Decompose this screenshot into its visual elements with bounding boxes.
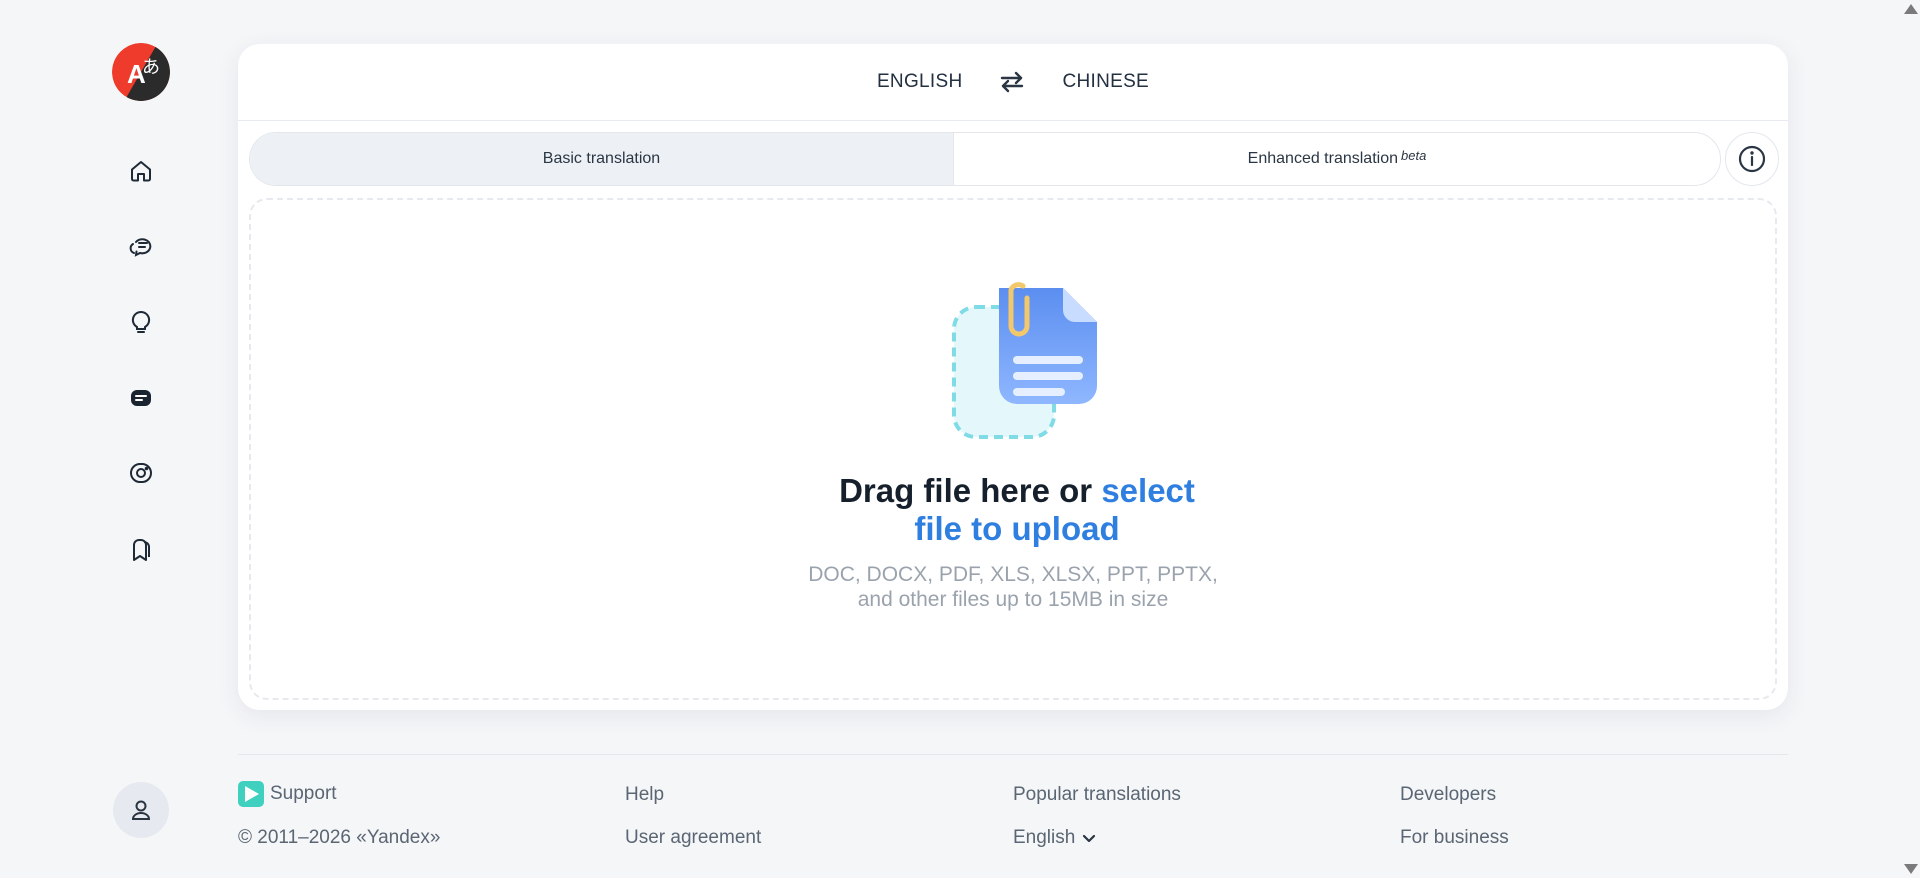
- info-button[interactable]: [1725, 132, 1779, 186]
- tab-enhanced-translation[interactable]: Enhanced translation beta: [954, 133, 1720, 185]
- home-icon: [131, 161, 151, 182]
- footer-popular-translations-link[interactable]: Popular translations: [1013, 784, 1181, 806]
- beta-badge: beta: [1401, 147, 1427, 163]
- support-icon: [238, 781, 264, 807]
- nav-ideas[interactable]: [121, 302, 161, 342]
- dropzone-title: Drag file here or select file to upload: [817, 472, 1217, 548]
- scroll-up-arrow-icon[interactable]: [1904, 4, 1918, 14]
- target-language-button[interactable]: CHINESE: [1058, 65, 1153, 99]
- interface-language-label: English: [1013, 827, 1076, 848]
- chat-icon: [129, 238, 152, 257]
- tab-basic-translation[interactable]: Basic translation: [250, 133, 954, 185]
- profile-button[interactable]: [113, 782, 169, 838]
- swap-languages-button[interactable]: [990, 62, 1034, 102]
- dropzone-title-text: Drag file here or: [839, 472, 1102, 509]
- footer-divider: [238, 754, 1788, 755]
- nav-home[interactable]: [121, 151, 161, 191]
- supported-formats-text: DOC, DOCX, PDF, XLS, XLSX, PPT, PPTX,: [808, 563, 1218, 586]
- translation-mode-row: Basic translation Enhanced translation b…: [249, 132, 1779, 186]
- sidebar: A あ: [0, 0, 220, 878]
- translation-mode-tabs: Basic translation Enhanced translation b…: [249, 132, 1721, 186]
- svg-text:あ: あ: [142, 57, 160, 78]
- nav-chat[interactable]: [121, 226, 161, 266]
- file-size-limit-text: and other files up to 15MB in size: [857, 588, 1169, 611]
- nav-images[interactable]: [121, 453, 161, 493]
- nav-documents[interactable]: [121, 378, 161, 418]
- chevron-down-icon: [1083, 834, 1096, 843]
- info-icon: [1738, 145, 1766, 173]
- page-scrollbar[interactable]: [1900, 0, 1920, 878]
- file-dropzone[interactable]: Drag file here or select file to upload …: [249, 198, 1777, 700]
- user-icon: [131, 800, 151, 820]
- translator-card: ENGLISH CHINESE Basic translation Enhanc…: [238, 44, 1788, 710]
- footer-for-business-link[interactable]: For business: [1400, 827, 1509, 849]
- tab-label: Basic translation: [542, 150, 661, 167]
- scroll-down-arrow-icon[interactable]: [1904, 864, 1918, 874]
- lightbulb-icon: [131, 310, 151, 333]
- footer-help-link[interactable]: Help: [625, 784, 664, 806]
- copyright-text: © 2011–2026 «Yandex»: [238, 827, 441, 848]
- language-bar: ENGLISH CHINESE: [238, 44, 1788, 121]
- dropzone-hint: DOC, DOCX, PDF, XLS, XLSX, PPT, PPTX, an…: [251, 562, 1775, 612]
- footer-user-agreement-link[interactable]: User agreement: [625, 827, 761, 849]
- footer-developers-link[interactable]: Developers: [1400, 784, 1496, 806]
- nav-saved[interactable]: [121, 530, 161, 570]
- support-label: Support: [270, 783, 337, 804]
- swap-icon: [1001, 71, 1024, 93]
- translate-logo-icon[interactable]: A あ: [112, 43, 170, 101]
- document-icon: [131, 390, 151, 406]
- camera-icon: [130, 463, 152, 483]
- footer-support-link[interactable]: Support: [238, 781, 337, 807]
- source-language-button[interactable]: ENGLISH: [873, 65, 967, 99]
- tab-label: Enhanced translation: [1247, 150, 1398, 167]
- document-upload-icon: [952, 282, 1097, 439]
- interface-language-selector[interactable]: English: [1013, 827, 1097, 849]
- bookmark-icon: [133, 539, 150, 561]
